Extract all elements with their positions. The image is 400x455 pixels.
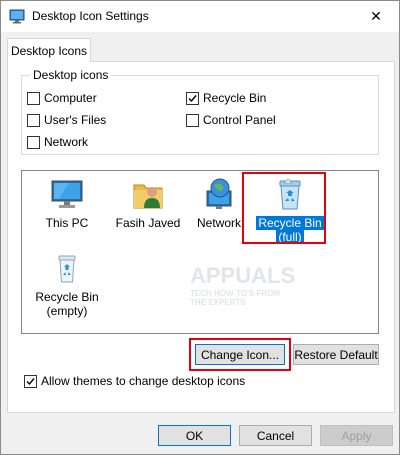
checkbox-allow-themes[interactable]: Allow themes to change desktop icons [24, 373, 245, 389]
desktop-icons-groupbox: Desktop icons Computer Recycle Bin User'… [21, 68, 379, 155]
cancel-button[interactable]: Cancel [239, 425, 312, 446]
window-title: Desktop Icon Settings [32, 9, 149, 23]
icon-item-recycle-bin-empty[interactable]: Recycle Bin (empty) [29, 251, 105, 318]
checkbox-recycle-bin[interactable]: Recycle Bin [186, 90, 266, 106]
checkbox-box[interactable] [27, 91, 40, 105]
checkbox-computer[interactable]: Computer [27, 90, 97, 106]
groupbox-legend: Desktop icons [30, 68, 112, 82]
checkbox-box[interactable] [27, 135, 40, 149]
recycle-bin-empty-icon [58, 255, 76, 283]
ok-label: OK [185, 428, 204, 443]
checkbox-label: Recycle Bin [203, 91, 267, 105]
restore-default-label: Restore Default [294, 347, 378, 362]
allow-themes-label: Allow themes to change desktop icons [41, 374, 246, 388]
tab-label: Desktop Icons [10, 43, 88, 58]
checkmark-icon [188, 94, 197, 102]
user-folder-icon [133, 184, 163, 209]
checkbox-label: Network [44, 135, 89, 149]
tab-panel: Desktop icons Computer Recycle Bin User'… [7, 61, 395, 413]
watermark: APPUALS TECH HOW-TO'S FROM THE EXPERTS [190, 263, 295, 307]
checkbox-control-panel[interactable]: Control Panel [186, 112, 276, 128]
icon-label: Fasih Javed [115, 216, 181, 230]
checkbox-box[interactable] [186, 113, 199, 127]
ok-button[interactable]: OK [158, 425, 231, 446]
change-icon-highlight-frame [189, 338, 291, 371]
watermark-line1: APPUALS [190, 263, 296, 288]
restore-default-button[interactable]: Restore Default [293, 344, 379, 365]
checkbox-label: User's Files [44, 113, 107, 127]
cancel-label: Cancel [256, 428, 295, 443]
icon-label: Network [196, 216, 241, 230]
close-icon: ✕ [370, 8, 382, 24]
watermark-line3: THE EXPERTS [190, 298, 246, 307]
checkbox-network[interactable]: Network [27, 134, 88, 150]
close-button[interactable]: ✕ [353, 1, 399, 32]
monitor-icon [51, 180, 83, 208]
dialog-window: Desktop Icon Settings ✕ Desktop Icons De… [0, 0, 400, 455]
icon-label-line1: Recycle Bin [35, 290, 99, 304]
checkbox-box[interactable] [27, 113, 40, 127]
title-bar[interactable]: Desktop Icon Settings ✕ [1, 1, 399, 32]
network-globe-icon [206, 178, 232, 209]
recycle-bin-highlight-frame [242, 172, 326, 244]
watermark-line2: TECH HOW-TO'S FROM [190, 289, 281, 298]
apply-button[interactable]: Apply [320, 425, 393, 446]
checkbox-box-checked[interactable] [186, 91, 199, 105]
icon-item-user-folder[interactable]: Fasih Javed [110, 177, 186, 230]
checkbox-label: Computer [44, 91, 97, 105]
checkmark-icon [26, 377, 35, 385]
icon-label-line2: (empty) [46, 304, 88, 318]
checkbox-users-files[interactable]: User's Files [27, 112, 106, 128]
apply-label: Apply [341, 428, 372, 443]
tab-desktop-icons[interactable]: Desktop Icons [7, 38, 91, 62]
icon-item-this-pc[interactable]: This PC [29, 177, 105, 230]
desktop-settings-icon [9, 8, 25, 24]
icon-label: This PC [45, 216, 89, 230]
checkbox-label: Control Panel [203, 113, 276, 127]
checkbox-box-checked[interactable] [24, 374, 37, 388]
